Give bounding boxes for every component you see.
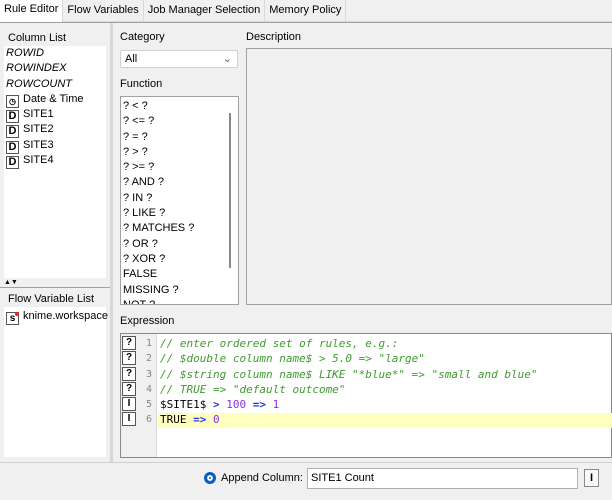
calendar-clock-icon: ◷ xyxy=(6,94,19,108)
flow-variable-list[interactable]: s knime.workspace xyxy=(4,307,108,457)
tab-memory-policy[interactable]: Memory Policy xyxy=(265,0,347,21)
double-type-icon: D xyxy=(6,110,19,124)
help-marker-icon[interactable]: ? xyxy=(122,366,136,381)
line-number: 3 xyxy=(145,368,152,380)
function-item[interactable]: ? MATCHES ? xyxy=(121,221,238,236)
description-box xyxy=(246,48,612,305)
rule-marker-icon[interactable]: I xyxy=(122,412,136,427)
help-marker-icon[interactable]: ? xyxy=(122,381,136,396)
divider xyxy=(0,462,612,463)
function-item[interactable]: NOT ? xyxy=(121,298,238,304)
list-item[interactable]: ◷ Date & Time xyxy=(4,92,106,108)
append-column-input[interactable]: SITE1 Count xyxy=(307,468,578,489)
function-item[interactable]: ? > ? xyxy=(121,145,238,160)
function-item[interactable]: ? < ? xyxy=(121,99,238,114)
list-item[interactable]: D SITE1 xyxy=(4,107,106,124)
tab-job-manager-selection[interactable]: Job Manager Selection xyxy=(143,0,266,21)
code-line: // TRUE => "default outcome" xyxy=(160,382,346,396)
code-line: TRUE => 0 xyxy=(160,413,220,427)
line-number: 5 xyxy=(145,399,152,411)
help-marker-icon[interactable]: ? xyxy=(122,351,136,366)
split-divider[interactable] xyxy=(110,23,113,462)
category-label: Category xyxy=(120,31,165,43)
expression-editor[interactable]: ???? I I 123456 // enter ordered set of ru… xyxy=(120,333,612,458)
double-type-icon: D xyxy=(6,156,19,170)
function-item[interactable]: ? >= ? xyxy=(121,160,238,175)
tab-rule-editor[interactable]: Rule Editor xyxy=(0,0,64,23)
function-item[interactable]: ? AND ? xyxy=(121,175,238,190)
list-item[interactable]: D SITE2 xyxy=(4,122,106,139)
tab-flow-variables[interactable]: Flow Variables xyxy=(63,0,144,21)
list-item[interactable]: ROWCOUNT xyxy=(4,77,106,92)
function-item[interactable]: ? OR ? xyxy=(121,237,238,252)
function-item[interactable]: ? IN ? xyxy=(121,191,238,206)
function-item[interactable]: ? LIKE ? xyxy=(121,206,238,221)
column-list-label: Column List xyxy=(8,32,67,44)
flow-variable-list-label: Flow Variable List xyxy=(8,293,94,305)
expression-label: Expression xyxy=(120,315,175,327)
divider xyxy=(0,287,110,288)
scrollbar-thumb[interactable] xyxy=(229,113,231,268)
code-line: // enter ordered set of rules, e.g.: xyxy=(160,337,399,350)
function-item[interactable]: MISSING ? xyxy=(121,283,238,298)
list-item[interactable]: s knime.workspace xyxy=(4,307,108,325)
function-item[interactable]: FALSE xyxy=(121,267,238,282)
list-item[interactable]: D SITE4 xyxy=(4,153,106,170)
function-item[interactable]: ? XOR ? xyxy=(121,252,238,267)
line-number: 6 xyxy=(145,414,152,426)
gutter: ???? I I xyxy=(121,334,137,457)
chevron-down-icon: ⌄ xyxy=(222,53,232,65)
list-item[interactable]: ROWINDEX xyxy=(4,61,106,76)
append-column-radio[interactable] xyxy=(204,472,216,484)
code-line: // $double column name$ > 5.0 => "large" xyxy=(160,352,425,366)
double-type-icon: D xyxy=(6,140,19,154)
help-marker-icon[interactable]: ? xyxy=(122,336,136,350)
code-line: // $string column name$ LIKE "*blue*" =>… xyxy=(160,367,538,381)
rule-marker-icon[interactable]: I xyxy=(122,397,136,412)
function-item[interactable]: ? <= ? xyxy=(121,114,238,129)
description-label: Description xyxy=(246,31,302,43)
tab-bar: Rule Editor Flow Variables Job Manager S… xyxy=(0,0,612,23)
split-arrows-icon[interactable]: ▲▼ xyxy=(4,279,18,286)
line-number: 2 xyxy=(145,353,152,365)
type-button[interactable]: I xyxy=(584,469,599,487)
line-numbers: 1 2 3 4 5 6 xyxy=(137,334,157,457)
function-list[interactable]: ? < ?? <= ?? = ?? > ?? >= ?? AND ?? IN ?… xyxy=(120,96,239,305)
category-dropdown[interactable]: All ⌄ xyxy=(120,50,238,68)
append-column-label: Append Column: xyxy=(221,472,303,484)
list-item[interactable]: D SITE3 xyxy=(4,138,106,154)
column-list[interactable]: ROWID ROWINDEX ROWCOUNT ◷ Date & Time D SI… xyxy=(4,46,106,278)
line-number: 1 xyxy=(145,338,152,349)
code-line: $SITE1$ > 100 => 1 xyxy=(160,398,280,412)
function-item[interactable]: ? = ? xyxy=(121,130,238,145)
function-label: Function xyxy=(120,78,163,90)
string-variable-icon: s xyxy=(6,312,19,325)
list-item[interactable]: ROWID xyxy=(4,46,106,61)
line-number: 4 xyxy=(145,383,152,395)
double-type-icon: D xyxy=(6,125,19,139)
